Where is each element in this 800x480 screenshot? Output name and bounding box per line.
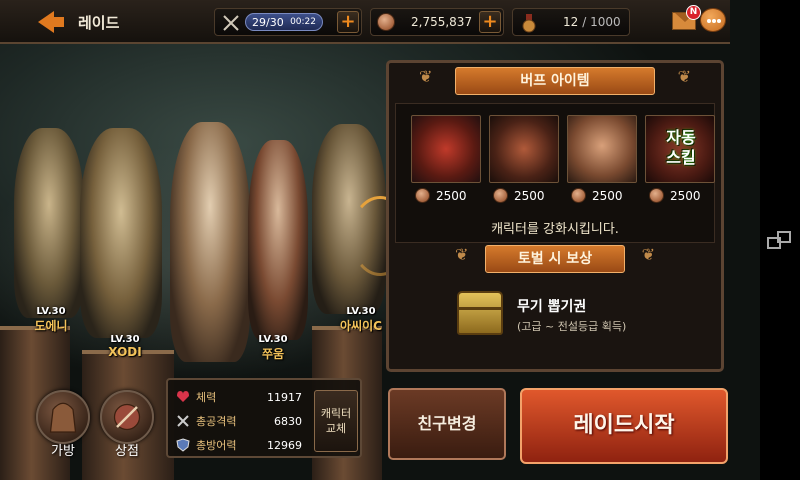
bag-button[interactable] <box>36 390 90 444</box>
character-figure[interactable] <box>170 122 250 362</box>
buff-item[interactable]: 2500 <box>411 115 481 205</box>
stamina-box: 29/30 00:22 + <box>214 8 362 36</box>
coin-icon <box>493 188 508 203</box>
reward-header: 토벌 시 보상 <box>485 245 625 273</box>
stat-attack: 총공격력 6830 <box>176 412 302 430</box>
reward-item-desc: (고급 ~ 전설등급 획득) <box>517 320 627 333</box>
stat-hp: 체력 11917 <box>176 388 302 406</box>
sword-icon <box>177 415 189 427</box>
change-character-button[interactable]: 캐릭터 교체 <box>314 390 358 452</box>
character-label: LV.30 XODI <box>108 334 142 359</box>
auto-skill-icon: 자동 스킬 <box>645 115 715 183</box>
character-label: LV.30 도에니 <box>34 306 68 333</box>
stamina-meter: 29/30 00:22 <box>245 13 323 31</box>
system-side-strip <box>760 0 800 480</box>
shield-icon <box>176 438 190 452</box>
screen-title: 레이드 <box>78 13 120 32</box>
medal-max: / 1000 <box>582 15 621 29</box>
ornament-icon: ❦ <box>455 245 469 264</box>
medal-box: 12 / 1000 <box>512 8 630 36</box>
character-figure[interactable] <box>248 140 308 340</box>
character-figure[interactable] <box>80 128 162 338</box>
shop-icon <box>113 403 141 431</box>
buff-item[interactable]: 2500 <box>567 115 637 205</box>
buff-header: 버프 아이템 <box>455 67 655 95</box>
back-button[interactable]: 레이드 <box>8 6 168 38</box>
reward-item-name: 무기 뽑기권 <box>517 299 587 315</box>
shield-icon <box>489 115 559 183</box>
change-friend-button[interactable]: 친구변경 <box>388 388 506 460</box>
character-label: LV.30 쭈움 <box>258 334 288 361</box>
gold-value: 2,755,837 <box>411 15 473 29</box>
medal-value: 12 <box>563 15 579 29</box>
notification-badge: N <box>686 5 701 20</box>
bag-icon <box>49 402 77 433</box>
add-gold-button[interactable]: + <box>479 11 501 33</box>
window-switch-icon[interactable] <box>766 228 794 252</box>
coin-icon <box>377 13 397 33</box>
ornament-icon: ❦ <box>419 67 433 86</box>
stamina-value: 29/30 <box>252 15 284 29</box>
shop-button[interactable] <box>100 390 154 444</box>
weapon-icon <box>411 115 481 183</box>
treasure-chest-icon <box>457 291 503 335</box>
heart-icon <box>177 391 189 402</box>
medal-icon <box>522 14 536 33</box>
chat-icon[interactable] <box>700 8 726 32</box>
buff-item[interactable]: 2500 <box>489 115 559 205</box>
coin-icon <box>415 188 430 203</box>
ornament-icon: ❦ <box>641 245 655 264</box>
raid-info-panel: ❦ ❦ 버프 아이템 2500 2500 2500 자동 스킬 2500 캐릭터를… <box>386 60 724 372</box>
coin-icon <box>571 188 586 203</box>
buff-description: 캐릭터를 강화시킵니다. <box>491 222 619 237</box>
stamina-timer: 00:22 <box>290 17 316 27</box>
character-figure[interactable] <box>14 128 84 318</box>
game-scene: 레이드 29/30 00:22 + 2,755,837 + 12 / 1000 … <box>0 0 760 480</box>
start-raid-button[interactable]: 레이드시작 <box>520 388 728 464</box>
top-bar: 레이드 29/30 00:22 + 2,755,837 + 12 / 1000 … <box>0 0 730 44</box>
bag-label: 가방 <box>51 444 75 459</box>
shop-label: 상점 <box>115 444 139 459</box>
gold-box: 2,755,837 + <box>370 8 504 36</box>
ornament-icon: ❦ <box>677 67 691 86</box>
add-stamina-button[interactable]: + <box>337 11 359 33</box>
coin-icon <box>649 188 664 203</box>
back-arrow-icon <box>38 11 64 33</box>
crossed-swords-icon <box>223 15 239 31</box>
stats-panel: 체력 11917 총공격력 6830 총방어력 12969 캐릭터 교체 <box>166 378 362 458</box>
buff-item[interactable]: 자동 스킬 2500 <box>645 115 715 205</box>
stat-defense: 총방어력 12969 <box>176 436 302 454</box>
body-armor-icon <box>567 115 637 183</box>
